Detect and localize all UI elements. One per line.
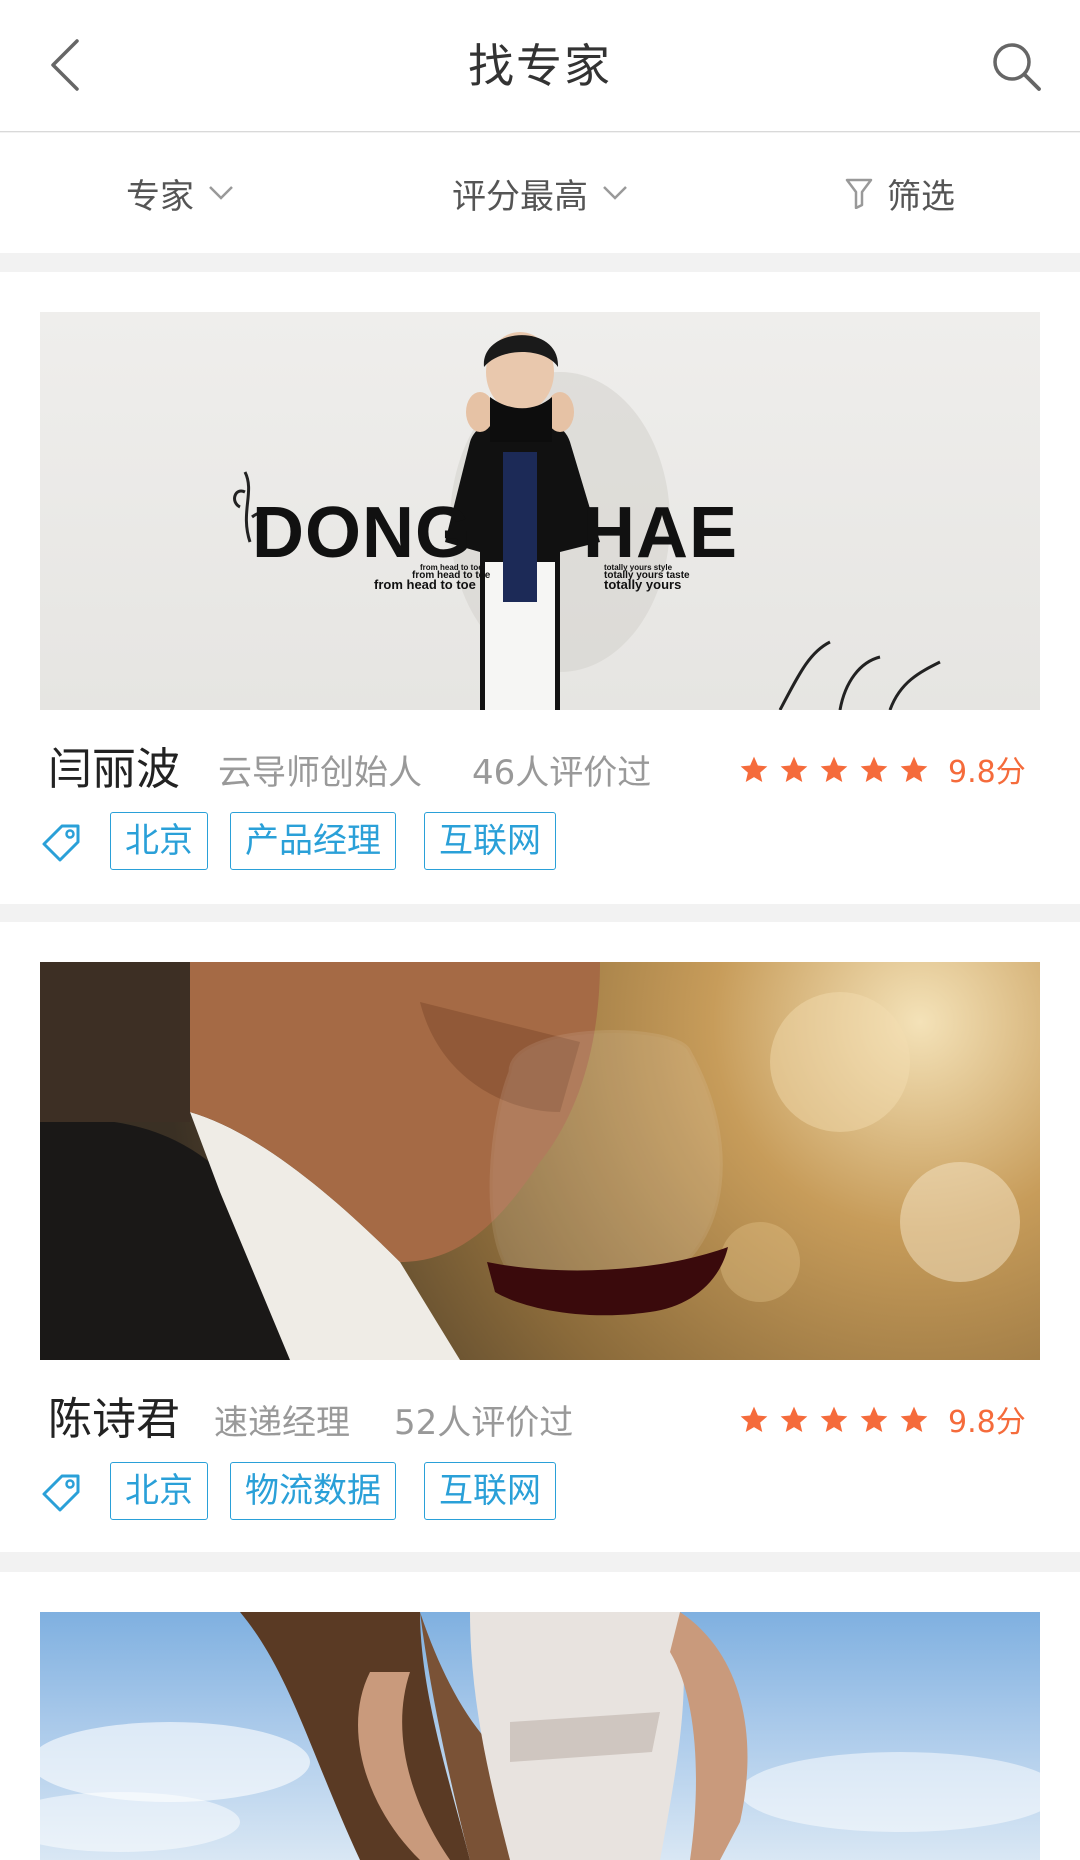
expert-name: 陈诗君 [48,1394,180,1445]
expert-score: 9.8分 [948,755,1026,790]
expert-card[interactable]: 陈诗君 速递经理 52人评价过 9.8分 北京 物流数据 互联网 [0,922,1080,1552]
svg-text:totally yours: totally yours [604,577,681,592]
expert-name: 闫丽波 [48,744,180,795]
expert-review-count: 52人评价过 [394,1403,574,1443]
chevron-down-icon [602,185,628,201]
star-icon [860,1406,888,1432]
svg-text:HAE: HAE [583,493,738,573]
rating-stars [738,754,930,786]
filter-screen-button[interactable]: 筛选 [720,133,1080,253]
filter-sort-label: 评分最高 [452,176,588,217]
expert-photo[interactable]: DONG HAE from head to toe from head to t… [40,312,1040,710]
tag-industry[interactable]: 互联网 [424,1462,556,1520]
search-icon [993,43,1041,91]
star-icon [820,1406,848,1432]
page-title: 找专家 [468,39,612,93]
filter-screen-label: 筛选 [887,176,955,217]
filter-sort-dropdown[interactable]: 评分最高 [360,133,720,253]
tag-profession[interactable]: 物流数据 [230,1462,396,1520]
star-icon [860,756,888,782]
tag-icon [42,1474,80,1512]
tag-profession[interactable]: 产品经理 [230,812,396,870]
expert-card[interactable] [0,1572,1080,1860]
search-button[interactable] [982,32,1052,102]
expert-role: 速递经理 [214,1403,350,1443]
tag-location[interactable]: 北京 [110,1462,208,1520]
filter-bar: 专家 评分最高 筛选 [0,133,1080,253]
svg-text:DONG: DONG [252,493,472,573]
tag-location[interactable]: 北京 [110,812,208,870]
expert-review-count: 46人评价过 [472,753,652,793]
funnel-icon [845,177,873,209]
rating-stars [738,1404,930,1436]
expert-role: 云导师创始人 [218,753,422,793]
tag-icon [42,824,80,862]
star-icon [780,1406,808,1432]
filter-expert-label: 专家 [126,176,194,217]
expert-score: 9.8分 [948,1405,1026,1440]
expert-photo[interactable] [40,962,1040,1360]
star-icon [740,756,768,782]
expert-photo[interactable] [40,1612,1040,1860]
star-icon [780,756,808,782]
expert-card[interactable]: DONG HAE from head to toe from head to t… [0,272,1080,904]
filter-expert-dropdown[interactable]: 专家 [0,133,360,253]
star-icon [820,756,848,782]
tag-industry[interactable]: 互联网 [424,812,556,870]
chevron-down-icon [208,185,234,201]
svg-text:from head to toe: from head to toe [374,577,476,592]
star-icon [740,1406,768,1432]
nav-header: 找专家 [0,0,1080,132]
star-icon [900,756,928,782]
star-icon [900,1406,928,1432]
